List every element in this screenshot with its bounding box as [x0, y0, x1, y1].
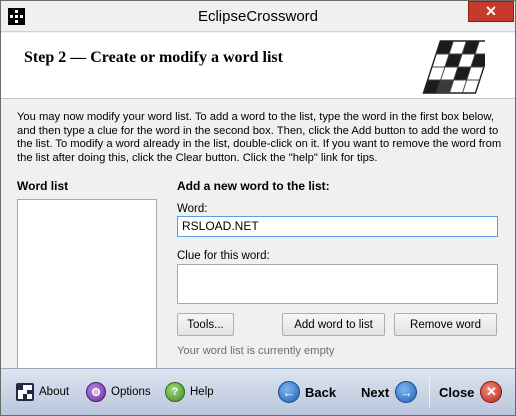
word-list-label: Word list	[17, 179, 69, 193]
next-label: Next	[361, 384, 390, 400]
close-icon: ✕	[485, 3, 497, 19]
crossword-grid-logo-icon	[422, 40, 485, 94]
window-close-button[interactable]: ✕	[468, 1, 514, 22]
word-list-status: Your word list is currently empty	[177, 345, 335, 357]
help-icon: ?	[165, 382, 185, 402]
word-input[interactable]: RSLOAD.NET	[177, 216, 498, 237]
step-title: Step 2 — Create or modify a word list	[24, 49, 283, 66]
add-word-button[interactable]: Add word to list	[282, 313, 385, 336]
about-label: About	[39, 386, 70, 398]
help-label: Help	[190, 386, 214, 398]
window-title: EclipseCrossword	[197, 8, 319, 25]
help-link[interactable]: ? Help	[165, 381, 214, 403]
close-button[interactable]: Close ✕	[439, 381, 503, 403]
next-button[interactable]: Next →	[361, 381, 418, 403]
options-link[interactable]: ⚙ Options	[86, 381, 151, 403]
options-icon: ⚙	[86, 382, 106, 402]
main-content: You may now modify your word list. To ad…	[1, 100, 515, 383]
instructions-text: You may now modify your word list. To ad…	[17, 111, 502, 164]
crossword-icon	[16, 383, 34, 401]
title-bar: EclipseCrossword ✕	[1, 1, 515, 32]
wizard-header: Step 2 — Create or modify a word list	[1, 33, 515, 99]
close-x-icon: ✕	[480, 381, 503, 403]
remove-word-button[interactable]: Remove word	[394, 313, 497, 336]
app-window: EclipseCrossword ✕ Step 2 — Create or mo…	[0, 0, 516, 416]
clue-field-label: Clue for this word:	[177, 250, 270, 262]
back-label: Back	[305, 384, 337, 400]
footer-divider	[429, 377, 430, 407]
close-label: Close	[439, 384, 475, 400]
word-list-box[interactable]	[17, 199, 157, 383]
options-label: Options	[111, 386, 151, 398]
back-button[interactable]: ← Back	[278, 381, 336, 403]
next-arrow-icon: →	[395, 381, 418, 403]
tools-button[interactable]: Tools...	[177, 313, 234, 336]
about-link[interactable]: About	[16, 381, 69, 403]
footer-bar: About ⚙ Options ? Help ← Back Next → Clo…	[1, 368, 515, 415]
add-word-heading: Add a new word to the list:	[177, 179, 330, 193]
back-arrow-icon: ←	[278, 381, 300, 403]
clue-input[interactable]	[177, 264, 498, 304]
word-field-label: Word:	[177, 203, 208, 215]
